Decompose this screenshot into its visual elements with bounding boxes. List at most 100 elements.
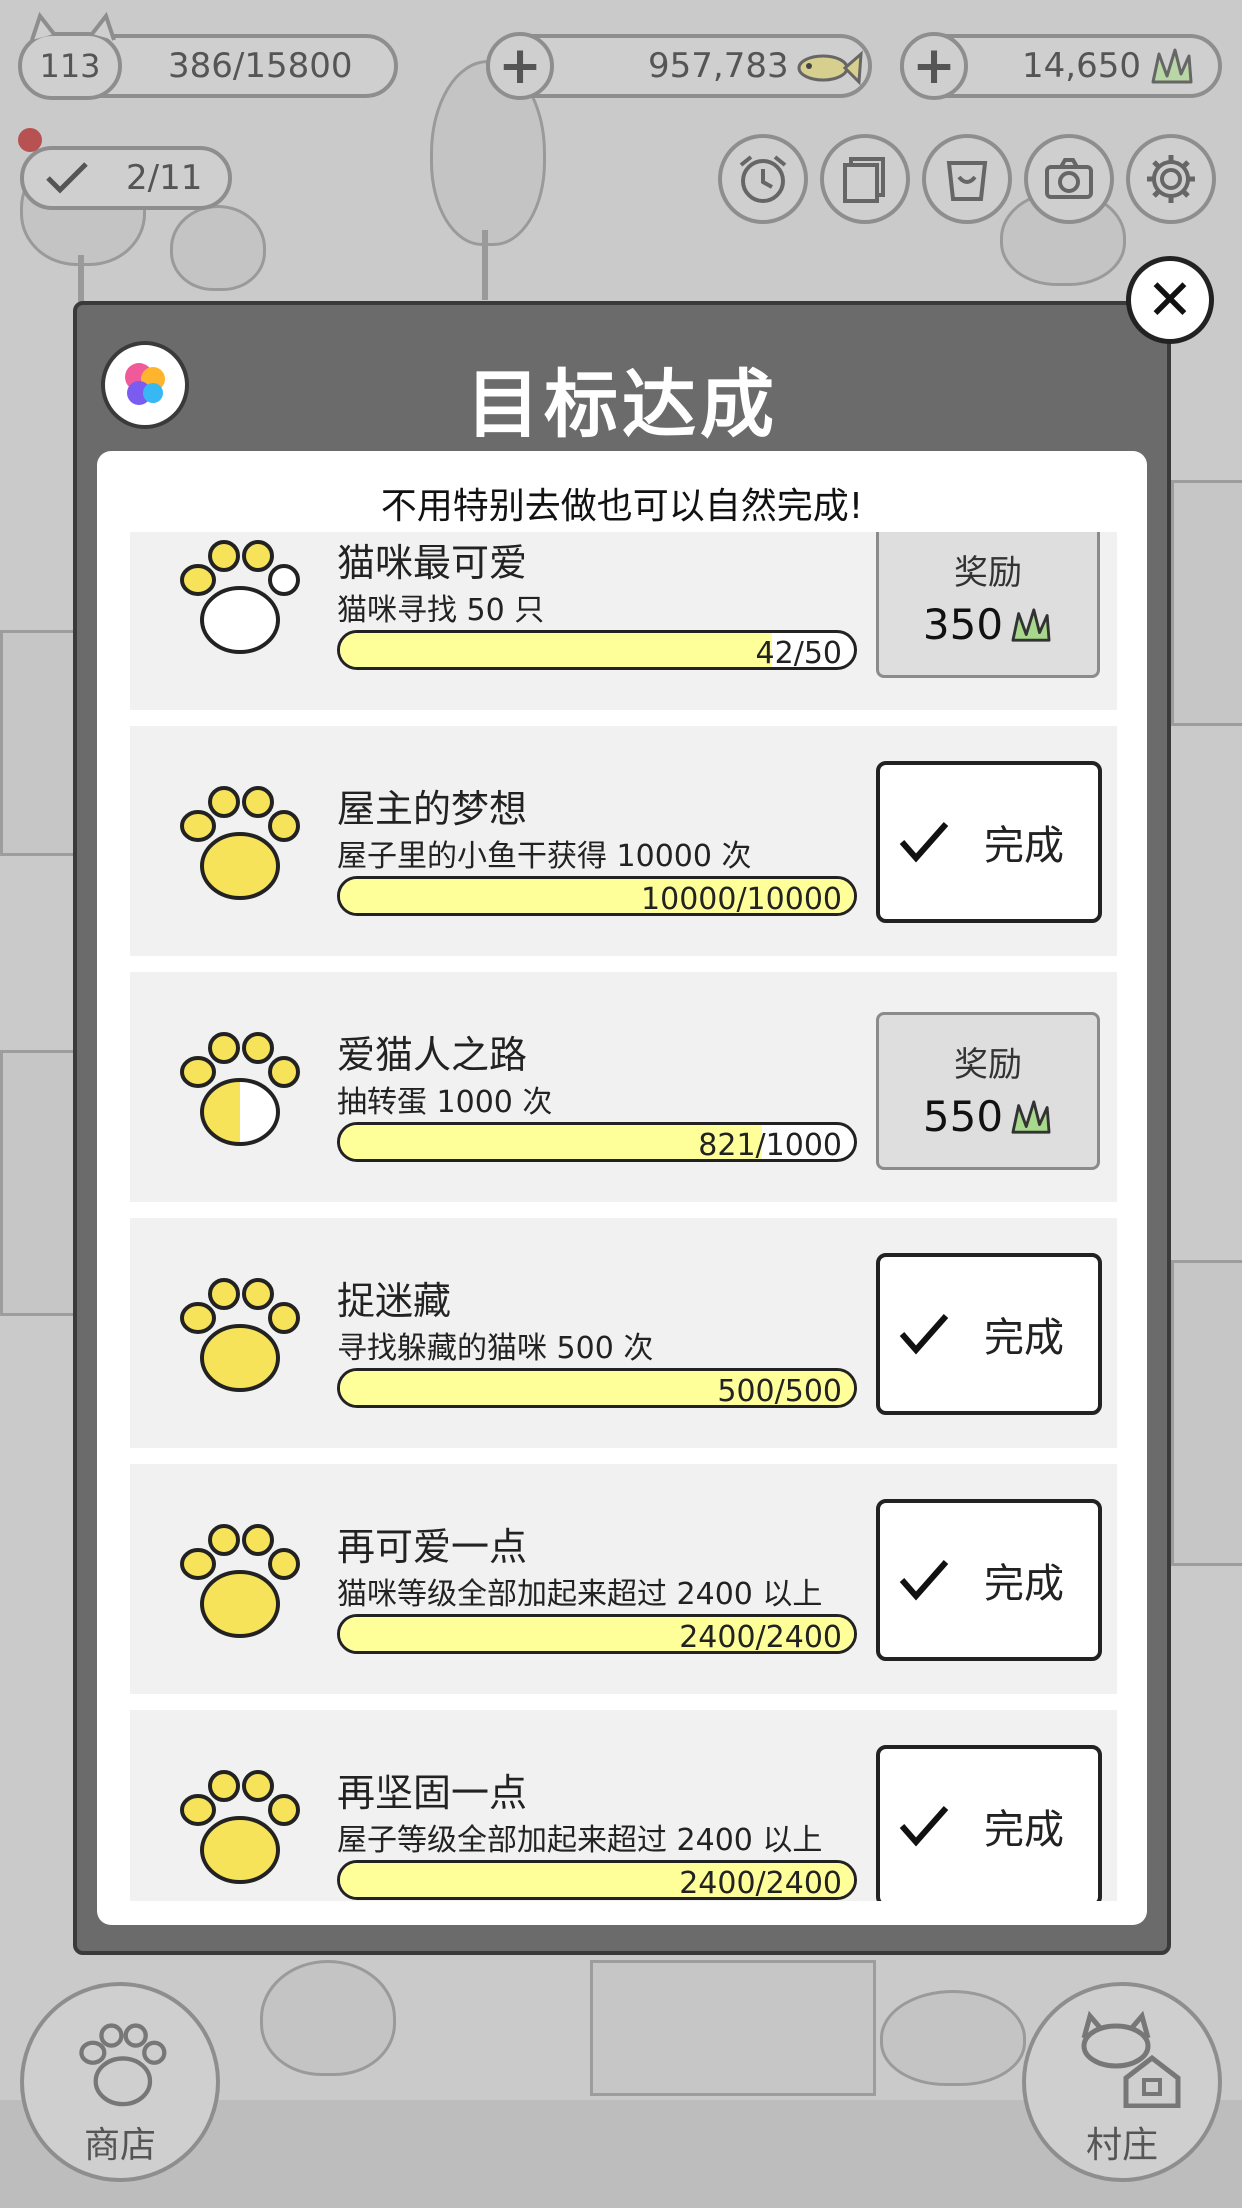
achievements-panel: 不用特别去做也可以自然完成! 猫咪最可爱 猫咪寻找 50 只 42/50 奖励 …	[97, 451, 1147, 1925]
checkmark-icon	[46, 162, 88, 194]
paw-icon	[180, 1770, 300, 1884]
quest-progress: 2/11	[126, 158, 203, 198]
achievement-progress-bar: 10000/10000	[337, 876, 857, 916]
grass-icon	[1011, 1099, 1051, 1134]
achievement-progress-bar: 42/50	[337, 630, 857, 670]
house	[1171, 1260, 1242, 1566]
paw-half-icon	[180, 1032, 300, 1146]
reward-label: 奖励	[954, 1045, 1022, 1085]
shop-button[interactable]: 商店	[20, 1982, 220, 2182]
camera-icon	[1045, 158, 1093, 199]
gear-icon	[1147, 155, 1195, 203]
paw-icon	[180, 1278, 300, 1392]
achievement-card: 屋主的梦想 屋子里的小鱼干获得 10000 次 10000/10000 完成	[130, 726, 1117, 956]
village-button[interactable]: 村庄	[1022, 1982, 1222, 2182]
plus-icon: +	[912, 36, 956, 96]
close-button[interactable]: ✕	[1126, 256, 1214, 344]
paw-icon	[180, 1524, 300, 1638]
achievement-progress-bar: 2400/2400	[337, 1614, 857, 1654]
reward-label: 奖励	[954, 553, 1022, 593]
completed-label: 完成	[984, 823, 1064, 869]
progress-text: 10000/10000	[641, 882, 842, 916]
house	[1171, 480, 1242, 726]
add-fish-button[interactable]: +	[486, 32, 554, 100]
tree	[170, 205, 266, 291]
progress-text: 42/50	[755, 636, 842, 670]
progress-text: 2400/2400	[679, 1866, 842, 1900]
cards-button[interactable]	[820, 134, 910, 224]
achievement-progress-bar: 500/500	[337, 1368, 857, 1408]
quest-counter[interactable]: 2/11	[20, 146, 232, 210]
level-value: 113	[39, 47, 101, 85]
completed-button[interactable]: 完成	[876, 761, 1102, 923]
paw-outline-icon	[180, 540, 300, 654]
shop-label: 商店	[84, 2125, 157, 2166]
progress-fill	[340, 633, 772, 667]
plus-icon: +	[498, 36, 542, 96]
checkmark-icon	[899, 1806, 949, 1847]
reward-amount: 550	[922, 1092, 1004, 1141]
checkmark-icon	[899, 822, 949, 863]
gift-bag-button[interactable]	[922, 134, 1012, 224]
camera-button[interactable]	[1024, 134, 1114, 224]
achievements-modal: 目标达成 不用特别去做也可以自然完成! 猫咪最可爱 猫咪寻找 50 只 42/5…	[73, 301, 1171, 1955]
achievement-progress-bar: 2400/2400	[337, 1860, 857, 1900]
completed-button[interactable]: 完成	[876, 1499, 1102, 1661]
modal-subtitle: 不用特别去做也可以自然完成!	[380, 486, 864, 527]
achievement-progress-bar: 821/1000	[337, 1122, 857, 1162]
grass-icon	[1011, 607, 1051, 642]
achievement-description: 猫咪寻找 50 只	[337, 593, 545, 628]
achievement-description: 抽转蛋 1000 次	[337, 1085, 553, 1120]
paw-icon	[180, 786, 300, 900]
progress-text: 500/500	[717, 1374, 842, 1408]
achievement-card: 爱猫人之路 抽转蛋 1000 次 821/1000 奖励 550	[130, 972, 1117, 1202]
achievement-card: 猫咪最可爱 猫咪寻找 50 只 42/50 奖励 350	[130, 532, 1117, 710]
village-label: 村庄	[1086, 2125, 1159, 2166]
achievement-card: 再可爱一点 猫咪等级全部加起来超过 2400 以上 2400/2400 完成	[130, 1464, 1117, 1694]
house	[0, 1050, 78, 1316]
alarm-clock-button[interactable]	[718, 134, 808, 224]
achievement-description: 猫咪等级全部加起来超过 2400 以上	[337, 1577, 823, 1612]
checkmark-icon	[899, 1560, 949, 1601]
claim-reward-button[interactable]: 奖励 350	[876, 532, 1100, 678]
paw-icon	[79, 2023, 167, 2107]
claim-reward-button[interactable]: 奖励 550	[876, 1012, 1100, 1170]
close-icon: ✕	[1146, 267, 1194, 333]
settings-button[interactable]	[1126, 134, 1216, 224]
completed-label: 完成	[984, 1315, 1064, 1361]
achievement-title: 捉迷藏	[337, 1279, 452, 1323]
progress-text: 2400/2400	[679, 1620, 842, 1654]
achievement-description: 屋子里的小鱼干获得 10000 次	[337, 839, 752, 874]
achievement-title: 屋主的梦想	[337, 787, 528, 831]
house	[0, 630, 78, 856]
grass-icon	[1151, 48, 1193, 84]
fish-count: 957,783	[648, 46, 789, 86]
level-badge[interactable]: 113	[18, 32, 122, 100]
completed-button[interactable]: 完成	[876, 1253, 1102, 1415]
notification-dot	[18, 128, 42, 152]
house	[590, 1960, 876, 2096]
achievement-title: 猫咪最可爱	[337, 541, 528, 585]
modal-title: 目标达成	[466, 362, 778, 448]
fish-icon	[797, 50, 863, 86]
achievement-description: 寻找躲藏的猫咪 500 次	[337, 1331, 654, 1366]
achievement-card: 捉迷藏 寻找躲藏的猫咪 500 次 500/500 完成	[130, 1218, 1117, 1448]
completed-label: 完成	[984, 1561, 1064, 1607]
checkmark-icon	[899, 1314, 949, 1355]
alarm-clock-icon	[739, 155, 787, 203]
tree	[260, 1960, 396, 2076]
reward-amount: 350	[922, 600, 1004, 649]
cards-icon	[843, 157, 885, 203]
achievement-title: 再可爱一点	[337, 1525, 528, 1569]
cat-collection-progress: 386/15800	[168, 46, 353, 86]
tree	[880, 1990, 1026, 2086]
completed-button[interactable]: 完成	[876, 1745, 1102, 1901]
cat-house-icon	[1081, 2010, 1181, 2108]
gift-bag-icon	[946, 161, 988, 201]
add-grass-button[interactable]: +	[900, 32, 968, 100]
achievement-description: 屋子等级全部加起来超过 2400 以上	[337, 1823, 823, 1858]
achievement-title: 再坚固一点	[337, 1771, 528, 1815]
cat-ears-icon	[30, 12, 116, 41]
progress-text: 821/1000	[698, 1128, 842, 1162]
achievements-list[interactable]: 猫咪最可爱 猫咪寻找 50 只 42/50 奖励 350 屋主的梦想 屋子里的小…	[97, 532, 1147, 1901]
